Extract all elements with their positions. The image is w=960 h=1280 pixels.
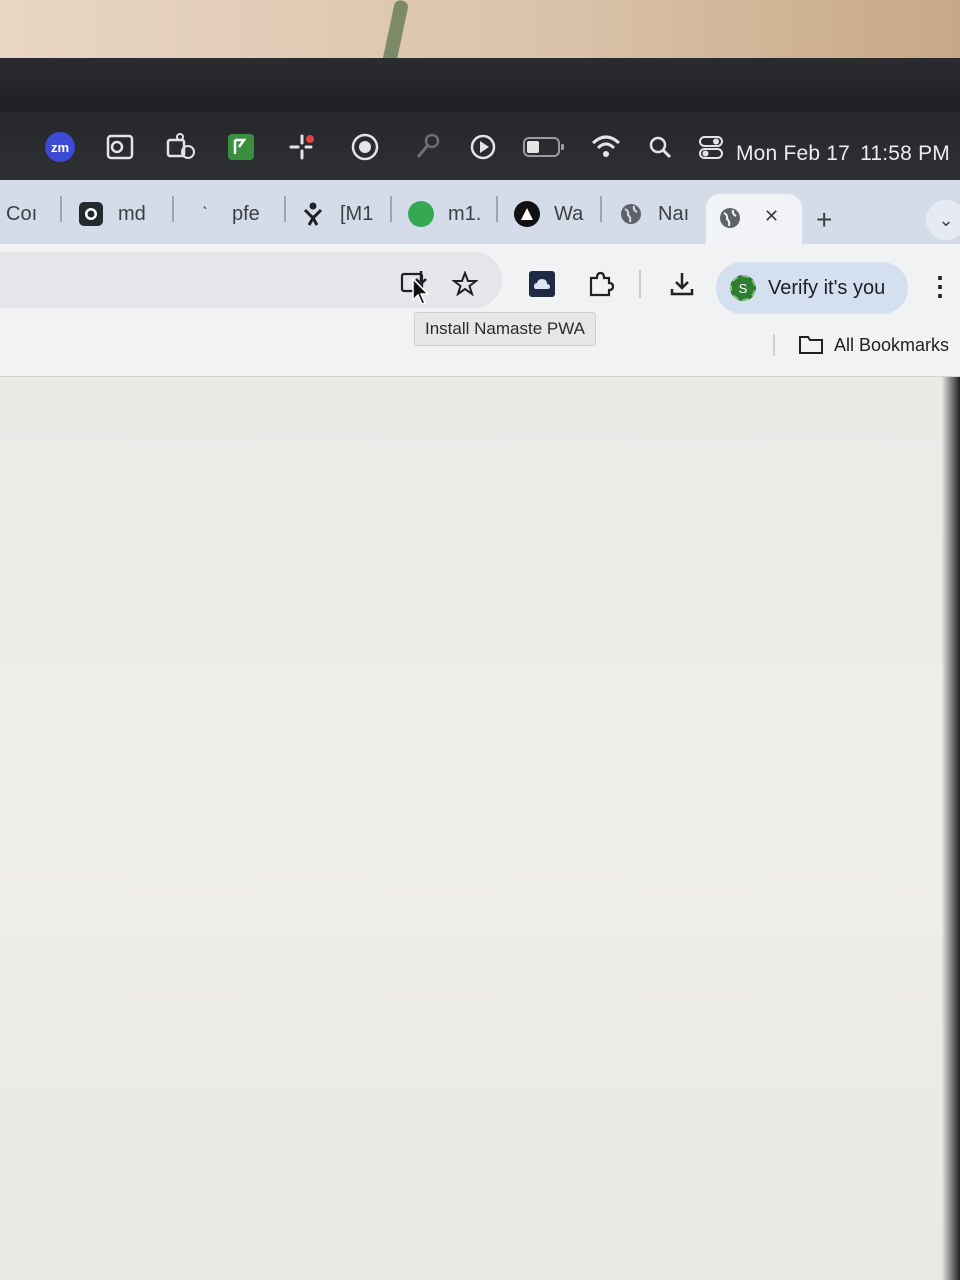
- profile-avatar: S: [730, 275, 756, 301]
- close-tab-icon[interactable]: ✕: [764, 206, 779, 227]
- triangle-icon: [514, 201, 540, 227]
- tab-label: m1.: [448, 202, 482, 225]
- tab-1[interactable]: Coı: [6, 194, 37, 234]
- zoom-icon[interactable]: zm: [43, 130, 77, 164]
- tab-6[interactable]: Wa: [514, 194, 583, 234]
- globe-icon: [718, 206, 742, 235]
- tab-4[interactable]: [M1: [300, 194, 373, 234]
- monitor-edge: [942, 377, 960, 1280]
- all-bookmarks-label: All Bookmarks: [834, 334, 950, 355]
- tick-icon: ˋ: [202, 203, 208, 224]
- key-icon[interactable]: [410, 130, 444, 164]
- macos-menubar: zm Mon Feb 17 11:58 PM: [0, 112, 960, 186]
- control-center-icon[interactable]: [694, 130, 728, 164]
- verify-identity-button[interactable]: S Verify it's you: [716, 262, 908, 314]
- extensions-puzzle-icon[interactable]: [584, 268, 616, 300]
- battery-icon[interactable]: [523, 130, 565, 164]
- tab-5[interactable]: m1.: [408, 194, 481, 234]
- all-bookmarks-button[interactable]: All Bookmarks: [798, 334, 949, 356]
- play-icon[interactable]: [466, 130, 500, 164]
- toolbar-separator: [639, 270, 641, 298]
- tab-separator: [496, 196, 498, 222]
- aperture-icon[interactable]: [348, 130, 382, 164]
- tab-label: pfe: [232, 202, 260, 225]
- tab-separator: [600, 196, 602, 222]
- tab-label: [M1: [340, 202, 374, 225]
- wifi-icon[interactable]: [589, 130, 623, 164]
- teams-icon[interactable]: [165, 130, 199, 164]
- search-icon[interactable]: [643, 130, 677, 164]
- extension-cloud-icon[interactable]: [526, 268, 558, 300]
- tab-2[interactable]: md: [78, 194, 146, 234]
- tab-separator: [390, 196, 392, 222]
- globe-icon: [618, 201, 644, 227]
- pinwheel-icon[interactable]: [285, 130, 319, 164]
- green-circle-icon: [408, 201, 434, 227]
- folder-icon: [798, 334, 824, 356]
- tab-label: Naı: [658, 202, 690, 225]
- monitor-bezel: [0, 58, 960, 120]
- github-icon: [78, 201, 104, 227]
- verify-label: Verify it's you: [768, 276, 886, 299]
- menubar-clock[interactable]: Mon Feb 17 11:58 PM: [736, 142, 950, 166]
- tab-separator: [60, 196, 62, 222]
- clock-time: 11:58 PM: [860, 142, 950, 165]
- clock-date: Mon Feb 17: [735, 142, 851, 165]
- tab-search-button[interactable]: ⌄: [926, 200, 960, 240]
- tab-label: md: [118, 202, 146, 225]
- confluence-icon: [300, 201, 326, 227]
- tab-7[interactable]: Naı: [618, 194, 689, 234]
- tab-label: Coı: [6, 202, 38, 225]
- bookmarks-separator: [773, 334, 775, 356]
- page-content[interactable]: [0, 377, 960, 1280]
- tab-3[interactable]: ˋ pfe: [192, 194, 260, 234]
- more-menu-icon[interactable]: ⋮: [926, 270, 954, 302]
- tab-label: Wa: [554, 202, 584, 225]
- mouse-cursor-icon: [412, 277, 430, 311]
- active-tab[interactable]: ✕: [706, 194, 802, 248]
- install-tooltip: Install Namaste PWA: [414, 312, 596, 346]
- new-tab-button[interactable]: +: [816, 204, 832, 236]
- bookmark-star-icon[interactable]: [449, 268, 481, 300]
- tab-separator: [172, 196, 174, 222]
- downloads-icon[interactable]: [666, 268, 698, 300]
- green-app-icon[interactable]: [224, 130, 258, 164]
- tab-separator: [284, 196, 286, 222]
- outlook-icon[interactable]: [103, 130, 137, 164]
